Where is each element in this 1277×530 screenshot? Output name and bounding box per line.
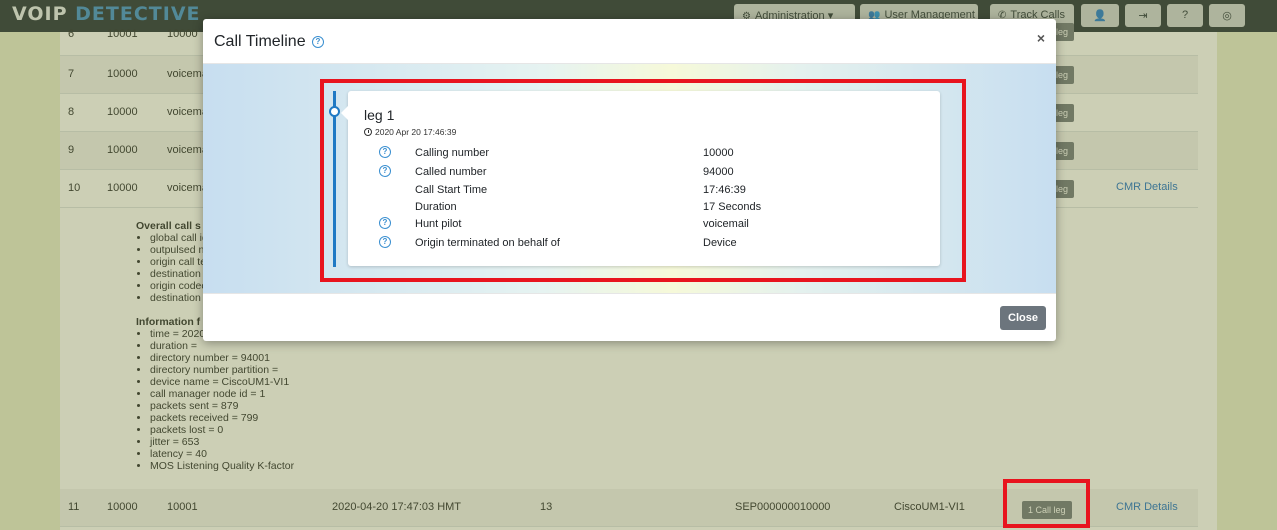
close-icon[interactable]: × [1037, 30, 1045, 46]
modal-header: Call Timeline ? × [203, 19, 1056, 64]
close-button[interactable]: Close [1000, 306, 1046, 330]
modal-title: Call Timeline [214, 33, 306, 50]
modal-footer: Close [203, 293, 1056, 341]
highlight-box-leg-card [320, 79, 966, 282]
highlight-box-call-leg-button [1003, 479, 1090, 528]
help-icon[interactable]: ? [312, 36, 324, 48]
